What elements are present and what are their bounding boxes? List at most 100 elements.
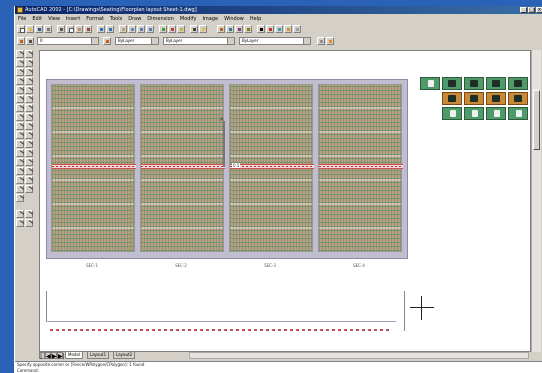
array-tool[interactable] [25, 86, 34, 95]
trim-tool[interactable] [25, 131, 34, 140]
hatch-tool[interactable] [16, 176, 25, 185]
zoom-window-button[interactable] [137, 25, 145, 33]
block-thumbnail[interactable] [486, 107, 506, 120]
make-block-tool[interactable] [16, 158, 25, 167]
undo-button[interactable] [97, 25, 105, 33]
revcloud-tool[interactable] [16, 113, 25, 122]
menu-file[interactable]: File [15, 15, 29, 23]
block-thumbnail[interactable] [508, 92, 528, 105]
chevron-down-icon[interactable] [303, 38, 310, 44]
move-tool[interactable] [25, 95, 34, 104]
minimize-button[interactable]: _ [520, 7, 527, 13]
lineweight-select[interactable]: ByLayer [239, 37, 311, 45]
block-thumbnail[interactable] [508, 77, 528, 90]
block-thumbnail[interactable] [464, 107, 484, 120]
paste-button[interactable] [75, 25, 83, 33]
floor-plan-panel[interactable] [229, 84, 314, 252]
zoom-realtime-button[interactable] [128, 25, 136, 33]
app-icon[interactable] [17, 7, 23, 13]
layer-manager-button[interactable] [217, 25, 225, 33]
menu-tools[interactable]: Tools [107, 15, 125, 23]
floor-plan-panel[interactable] [318, 84, 403, 252]
ellipse-tool[interactable] [16, 131, 25, 140]
menu-modify[interactable]: Modify [177, 15, 200, 23]
properties-button[interactable] [159, 25, 167, 33]
save-button[interactable] [35, 25, 43, 33]
maximize-button[interactable]: □ [528, 7, 535, 13]
block-button[interactable] [235, 25, 243, 33]
command-prompt[interactable]: Command: [17, 368, 39, 373]
mtext-tool[interactable] [16, 194, 25, 203]
offset-tool[interactable] [25, 77, 34, 86]
copy-button[interactable] [66, 25, 74, 33]
break-tool[interactable] [25, 149, 34, 158]
close-button[interactable]: × [536, 7, 542, 13]
polygon-tool[interactable] [16, 77, 25, 86]
menu-image[interactable]: Image [199, 15, 221, 23]
make-current-button[interactable] [26, 37, 34, 45]
chamfer-tool[interactable] [25, 167, 34, 176]
vertical-scrollbar[interactable] [531, 50, 541, 352]
refresh-button[interactable] [326, 37, 334, 45]
design-center-button[interactable] [168, 25, 176, 33]
line-tool[interactable] [16, 50, 25, 59]
horizontal-scrollbar[interactable] [189, 352, 529, 359]
command-line[interactable]: Specify opposite corner or [Fence/WPolyg… [15, 361, 542, 373]
layer-select[interactable]: 0 [37, 37, 99, 45]
new-button[interactable] [17, 25, 25, 33]
distance-button[interactable] [190, 25, 198, 33]
tab-last-button[interactable]: ▶| [57, 352, 65, 360]
scroll-thumb[interactable] [533, 90, 540, 150]
stretch-tool[interactable] [25, 122, 34, 131]
rectangle-tool[interactable] [16, 86, 25, 95]
ortho-tool[interactable] [16, 219, 25, 228]
block-thumbnail[interactable] [442, 107, 462, 120]
help-button[interactable] [199, 25, 207, 33]
redo-button[interactable] [106, 25, 114, 33]
polyline-tool[interactable] [16, 68, 25, 77]
block-thumbnail[interactable] [486, 92, 506, 105]
block-thumbnail[interactable] [486, 77, 506, 90]
text-button[interactable] [257, 25, 265, 33]
floor-plan-panel[interactable] [140, 84, 225, 252]
ellipse-arc-tool[interactable] [16, 140, 25, 149]
block-thumbnail[interactable] [464, 77, 484, 90]
menu-view[interactable]: View [45, 15, 63, 23]
menu-insert[interactable]: Insert [63, 15, 83, 23]
spline-tool[interactable] [16, 122, 25, 131]
menu-format[interactable]: Format [83, 15, 107, 23]
erase-tool[interactable] [25, 50, 34, 59]
explode-tool[interactable] [25, 185, 34, 194]
plan-sheet[interactable] [46, 79, 408, 259]
block-thumbnail[interactable] [420, 77, 440, 90]
chevron-down-icon[interactable] [151, 38, 158, 44]
match-properties-button[interactable] [84, 25, 92, 33]
chevron-down-icon[interactable] [91, 38, 98, 44]
menu-window[interactable]: Window [221, 15, 247, 23]
plot-style-button[interactable] [317, 37, 325, 45]
linetype-select[interactable]: ByLayer [163, 37, 235, 45]
menu-edit[interactable]: Edit [29, 15, 45, 23]
dimension-button[interactable] [266, 25, 274, 33]
layer-states-button[interactable] [17, 37, 25, 45]
image-button[interactable] [275, 25, 283, 33]
block-thumbnail[interactable] [442, 92, 462, 105]
snap-tool[interactable] [16, 210, 25, 219]
tab-layout1[interactable]: Layout1 [87, 352, 110, 359]
scale-tool[interactable] [25, 113, 34, 122]
construction-line-tool[interactable] [16, 59, 25, 68]
fillet-tool[interactable] [25, 176, 34, 185]
zoom-previous-button[interactable] [146, 25, 154, 33]
render-button[interactable] [284, 25, 292, 33]
osnap-tool[interactable] [25, 210, 34, 219]
block-thumbnail[interactable] [442, 77, 462, 90]
chevron-down-icon[interactable] [227, 38, 234, 44]
menu-draw[interactable]: Draw [125, 15, 144, 23]
layer-previous-button[interactable] [103, 37, 111, 45]
polar-tool[interactable] [25, 219, 34, 228]
extend-tool[interactable] [25, 140, 34, 149]
block-thumbnail[interactable] [508, 107, 528, 120]
cut-button[interactable] [57, 25, 65, 33]
title-bar[interactable]: AutoCAD 2002 - [C:\Drawings\Seating\Floo… [15, 6, 542, 14]
tab-model[interactable]: Model [65, 352, 84, 359]
